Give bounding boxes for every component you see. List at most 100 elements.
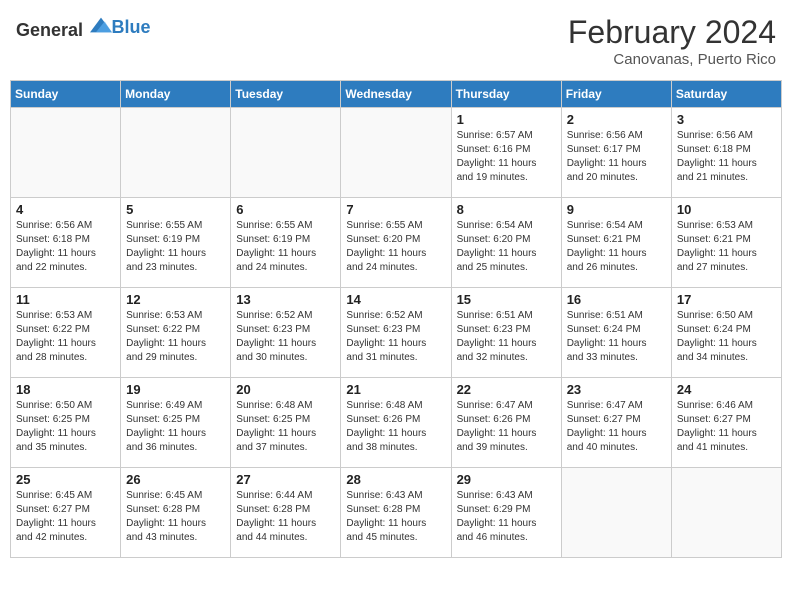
calendar-week-row: 11 Sunrise: 6:53 AM Sunset: 6:22 PM Dayli…: [11, 288, 782, 378]
calendar-cell: 9 Sunrise: 6:54 AM Sunset: 6:21 PM Daylig…: [561, 198, 671, 288]
day-detail: Sunrise: 6:48 AM Sunset: 6:25 PM Dayligh…: [236, 399, 335, 455]
day-number: 9: [567, 202, 666, 217]
calendar-cell: 24 Sunrise: 6:46 AM Sunset: 6:27 PM Dayli…: [671, 378, 781, 468]
day-number: 15: [457, 292, 556, 307]
calendar-cell: 2 Sunrise: 6:56 AM Sunset: 6:17 PM Daylig…: [561, 108, 671, 198]
calendar-cell: 11 Sunrise: 6:53 AM Sunset: 6:22 PM Dayli…: [11, 288, 121, 378]
title-area: February 2024 Canovanas, Puerto Rico: [568, 14, 776, 68]
day-number: 4: [16, 202, 115, 217]
day-detail: Sunrise: 6:53 AM Sunset: 6:22 PM Dayligh…: [16, 309, 115, 365]
calendar-table: SundayMondayTuesdayWednesdayThursdayFrid…: [10, 80, 782, 558]
day-detail: Sunrise: 6:43 AM Sunset: 6:28 PM Dayligh…: [346, 489, 445, 545]
day-number: 6: [236, 202, 335, 217]
calendar-cell: 7 Sunrise: 6:55 AM Sunset: 6:20 PM Daylig…: [341, 198, 451, 288]
calendar-week-row: 25 Sunrise: 6:45 AM Sunset: 6:27 PM Dayli…: [11, 468, 782, 558]
day-detail: Sunrise: 6:51 AM Sunset: 6:24 PM Dayligh…: [567, 309, 666, 365]
calendar-subtitle: Canovanas, Puerto Rico: [568, 51, 776, 68]
day-of-week-header: Wednesday: [341, 81, 451, 108]
day-detail: Sunrise: 6:52 AM Sunset: 6:23 PM Dayligh…: [236, 309, 335, 365]
calendar-cell: 4 Sunrise: 6:56 AM Sunset: 6:18 PM Daylig…: [11, 198, 121, 288]
calendar-cell: 22 Sunrise: 6:47 AM Sunset: 6:26 PM Dayli…: [451, 378, 561, 468]
logo-general: General: [16, 20, 83, 40]
calendar-cell: 17Sunrise: 6:50 AM Sunset: 6:24 PM Dayli…: [671, 288, 781, 378]
day-number: 18: [16, 382, 115, 397]
day-number: 23: [567, 382, 666, 397]
calendar-cell: 1 Sunrise: 6:57 AM Sunset: 6:16 PM Daylig…: [451, 108, 561, 198]
logo-blue: Blue: [112, 17, 151, 37]
day-detail: Sunrise: 6:45 AM Sunset: 6:28 PM Dayligh…: [126, 489, 225, 545]
day-detail: Sunrise: 6:54 AM Sunset: 6:21 PM Dayligh…: [567, 219, 666, 275]
day-detail: Sunrise: 6:55 AM Sunset: 6:19 PM Dayligh…: [236, 219, 335, 275]
calendar-cell: 23 Sunrise: 6:47 AM Sunset: 6:27 PM Dayli…: [561, 378, 671, 468]
day-number: 29: [457, 472, 556, 487]
day-detail: Sunrise: 6:53 AM Sunset: 6:21 PM Dayligh…: [677, 219, 776, 275]
day-number: 21: [346, 382, 445, 397]
day-number: 20: [236, 382, 335, 397]
calendar-week-row: 1 Sunrise: 6:57 AM Sunset: 6:16 PM Daylig…: [11, 108, 782, 198]
page-header: General Blue February 2024 Canovanas, Pu…: [10, 10, 782, 72]
calendar-cell: 12Sunrise: 6:53 AM Sunset: 6:22 PM Dayli…: [121, 288, 231, 378]
calendar-cell: 25 Sunrise: 6:45 AM Sunset: 6:27 PM Dayli…: [11, 468, 121, 558]
day-number: 25: [16, 472, 115, 487]
day-of-week-header: Monday: [121, 81, 231, 108]
day-detail: Sunrise: 6:45 AM Sunset: 6:27 PM Dayligh…: [16, 489, 115, 545]
day-detail: Sunrise: 6:46 AM Sunset: 6:27 PM Dayligh…: [677, 399, 776, 455]
calendar-title: February 2024: [568, 14, 776, 51]
calendar-cell: [11, 108, 121, 198]
day-detail: Sunrise: 6:52 AM Sunset: 6:23 PM Dayligh…: [346, 309, 445, 365]
day-of-week-header: Sunday: [11, 81, 121, 108]
calendar-cell: 28 Sunrise: 6:43 AM Sunset: 6:28 PM Dayli…: [341, 468, 451, 558]
day-detail: Sunrise: 6:49 AM Sunset: 6:25 PM Dayligh…: [126, 399, 225, 455]
day-detail: Sunrise: 6:54 AM Sunset: 6:20 PM Dayligh…: [457, 219, 556, 275]
day-detail: Sunrise: 6:55 AM Sunset: 6:20 PM Dayligh…: [346, 219, 445, 275]
calendar-cell: 14 Sunrise: 6:52 AM Sunset: 6:23 PM Dayli…: [341, 288, 451, 378]
calendar-cell: [231, 108, 341, 198]
calendar-cell: 6 Sunrise: 6:55 AM Sunset: 6:19 PM Daylig…: [231, 198, 341, 288]
day-detail: Sunrise: 6:48 AM Sunset: 6:26 PM Dayligh…: [346, 399, 445, 455]
day-number: 28: [346, 472, 445, 487]
day-detail: Sunrise: 6:56 AM Sunset: 6:18 PM Dayligh…: [16, 219, 115, 275]
day-of-week-header: Saturday: [671, 81, 781, 108]
day-number: 1: [457, 112, 556, 127]
day-number: 22: [457, 382, 556, 397]
calendar-cell: 5Sunrise: 6:55 AM Sunset: 6:19 PM Daylig…: [121, 198, 231, 288]
calendar-cell: 16Sunrise: 6:51 AM Sunset: 6:24 PM Dayli…: [561, 288, 671, 378]
calendar-cell: [561, 468, 671, 558]
calendar-cell: 10 Sunrise: 6:53 AM Sunset: 6:21 PM Dayli…: [671, 198, 781, 288]
day-number: 14: [346, 292, 445, 307]
day-number: 24: [677, 382, 776, 397]
logo-icon: [90, 14, 112, 36]
day-number: 3: [677, 112, 776, 127]
day-number: 7: [346, 202, 445, 217]
day-detail: Sunrise: 6:44 AM Sunset: 6:28 PM Dayligh…: [236, 489, 335, 545]
calendar-cell: 18 Sunrise: 6:50 AM Sunset: 6:25 PM Dayli…: [11, 378, 121, 468]
day-of-week-header: Thursday: [451, 81, 561, 108]
calendar-cell: 27Sunrise: 6:44 AM Sunset: 6:28 PM Dayli…: [231, 468, 341, 558]
calendar-cell: 19 Sunrise: 6:49 AM Sunset: 6:25 PM Dayli…: [121, 378, 231, 468]
calendar-cell: 3 Sunrise: 6:56 AM Sunset: 6:18 PM Daylig…: [671, 108, 781, 198]
day-detail: Sunrise: 6:50 AM Sunset: 6:25 PM Dayligh…: [16, 399, 115, 455]
day-detail: Sunrise: 6:56 AM Sunset: 6:17 PM Dayligh…: [567, 129, 666, 185]
day-number: 8: [457, 202, 556, 217]
calendar-cell: [671, 468, 781, 558]
day-number: 13: [236, 292, 335, 307]
day-detail: Sunrise: 6:50 AM Sunset: 6:24 PM Dayligh…: [677, 309, 776, 365]
day-detail: Sunrise: 6:55 AM Sunset: 6:19 PM Dayligh…: [126, 219, 225, 275]
day-number: 11: [16, 292, 115, 307]
calendar-body: 1 Sunrise: 6:57 AM Sunset: 6:16 PM Daylig…: [11, 108, 782, 558]
day-number: 12: [126, 292, 225, 307]
calendar-cell: 20 Sunrise: 6:48 AM Sunset: 6:25 PM Dayli…: [231, 378, 341, 468]
day-detail: Sunrise: 6:57 AM Sunset: 6:16 PM Dayligh…: [457, 129, 556, 185]
day-number: 10: [677, 202, 776, 217]
day-number: 2: [567, 112, 666, 127]
day-of-week-header: Friday: [561, 81, 671, 108]
day-detail: Sunrise: 6:47 AM Sunset: 6:26 PM Dayligh…: [457, 399, 556, 455]
day-number: 19: [126, 382, 225, 397]
calendar-cell: 29Sunrise: 6:43 AM Sunset: 6:29 PM Dayli…: [451, 468, 561, 558]
calendar-header-row: SundayMondayTuesdayWednesdayThursdayFrid…: [11, 81, 782, 108]
day-number: 26: [126, 472, 225, 487]
day-detail: Sunrise: 6:47 AM Sunset: 6:27 PM Dayligh…: [567, 399, 666, 455]
calendar-cell: 8 Sunrise: 6:54 AM Sunset: 6:20 PM Daylig…: [451, 198, 561, 288]
calendar-cell: [341, 108, 451, 198]
day-detail: Sunrise: 6:56 AM Sunset: 6:18 PM Dayligh…: [677, 129, 776, 185]
